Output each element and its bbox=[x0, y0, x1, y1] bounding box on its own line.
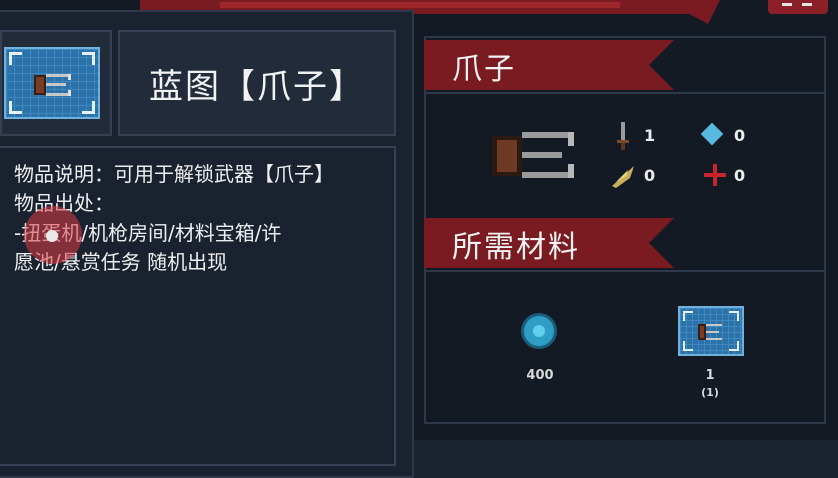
gem-icon[interactable] bbox=[521, 313, 557, 349]
accuracy-value: 0 bbox=[734, 166, 746, 185]
divider bbox=[424, 92, 826, 94]
accuracy-icon bbox=[704, 164, 726, 186]
touch-indicator bbox=[24, 206, 82, 264]
item-title: 蓝图【爪子】 bbox=[149, 66, 365, 107]
bottom-strip bbox=[414, 440, 838, 478]
gem-amount: 400 bbox=[526, 368, 554, 383]
item-description-box: 物品说明：可用于解锁武器【爪子】 物品出处： -扭蛋机/机枪房间/材料宝箱/许 … bbox=[0, 146, 396, 466]
top-banner-tip bbox=[690, 0, 720, 24]
blueprint-icon[interactable] bbox=[678, 306, 744, 356]
damage-value: 1 bbox=[644, 126, 656, 145]
energy-value: 0 bbox=[734, 126, 746, 145]
crit-value: 0 bbox=[644, 166, 656, 185]
claw-weapon-icon bbox=[492, 132, 574, 178]
sword-icon bbox=[617, 122, 629, 150]
claw-icon bbox=[698, 324, 722, 340]
materials-banner: 所需材料 bbox=[424, 218, 674, 268]
item-icon-frame bbox=[0, 30, 112, 136]
weapon-name-banner: 爪子 bbox=[424, 40, 674, 90]
claw-icon bbox=[34, 74, 71, 96]
item-title-box: 蓝图【爪子】 bbox=[118, 30, 396, 136]
claw-blueprint-icon bbox=[4, 47, 100, 119]
description-line: 物品说明：可用于解锁武器【爪子】 bbox=[14, 162, 334, 186]
weapon-name: 爪子 bbox=[452, 52, 516, 87]
materials-header: 所需材料 bbox=[452, 230, 580, 265]
close-button[interactable] bbox=[768, 0, 828, 14]
blueprint-owned: (1) bbox=[701, 386, 719, 399]
divider bbox=[424, 270, 826, 272]
blueprint-amount: 1 bbox=[705, 368, 715, 383]
crit-icon bbox=[612, 166, 634, 188]
